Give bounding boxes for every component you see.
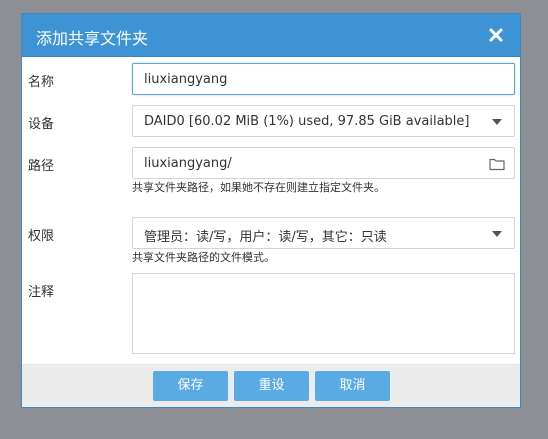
add-shared-folder-dialog: 添加共享文件夹 名称 liuxiangyang 设备 DAID0 [60.02 … — [21, 13, 521, 408]
permissions-hint: 共享文件夹路径的文件模式。 — [132, 251, 275, 264]
comment-textarea[interactable] — [132, 273, 515, 354]
dialog-titlebar: 添加共享文件夹 — [22, 14, 520, 57]
path-input-value: liuxiangyang/ — [144, 156, 232, 171]
name-input-value: liuxiangyang — [144, 72, 228, 87]
path-hint: 共享文件夹路径，如果她不存在则建立指定文件夹。 — [132, 181, 385, 194]
device-label: 设备 — [28, 117, 55, 132]
name-input[interactable]: liuxiangyang — [132, 63, 515, 95]
reset-button[interactable]: 重设 — [234, 371, 309, 401]
close-icon[interactable] — [486, 25, 506, 45]
device-select[interactable]: DAID0 [60.02 MiB (1%) used, 97.85 GiB av… — [132, 105, 515, 137]
path-label: 路径 — [28, 159, 55, 174]
name-label: 名称 — [28, 75, 55, 90]
comment-label: 注释 — [28, 285, 55, 300]
chevron-down-icon — [492, 119, 502, 125]
permissions-select-value: 管理员：读/写，用户：读/写，其它：只读 — [144, 230, 387, 245]
dialog-title: 添加共享文件夹 — [36, 29, 149, 48]
device-select-value: DAID0 [60.02 MiB (1%) used, 97.85 GiB av… — [144, 114, 470, 129]
permissions-select[interactable]: 管理员：读/写，用户：读/写，其它：只读 — [132, 217, 515, 249]
save-button[interactable]: 保存 — [153, 371, 228, 401]
cancel-button[interactable]: 取消 — [315, 371, 390, 401]
folder-icon[interactable] — [489, 156, 505, 171]
dialog-footer: 保存 重设 取消 — [22, 364, 520, 407]
chevron-down-icon — [492, 231, 502, 237]
permissions-label: 权限 — [28, 229, 55, 244]
path-input[interactable]: liuxiangyang/ — [132, 147, 515, 179]
